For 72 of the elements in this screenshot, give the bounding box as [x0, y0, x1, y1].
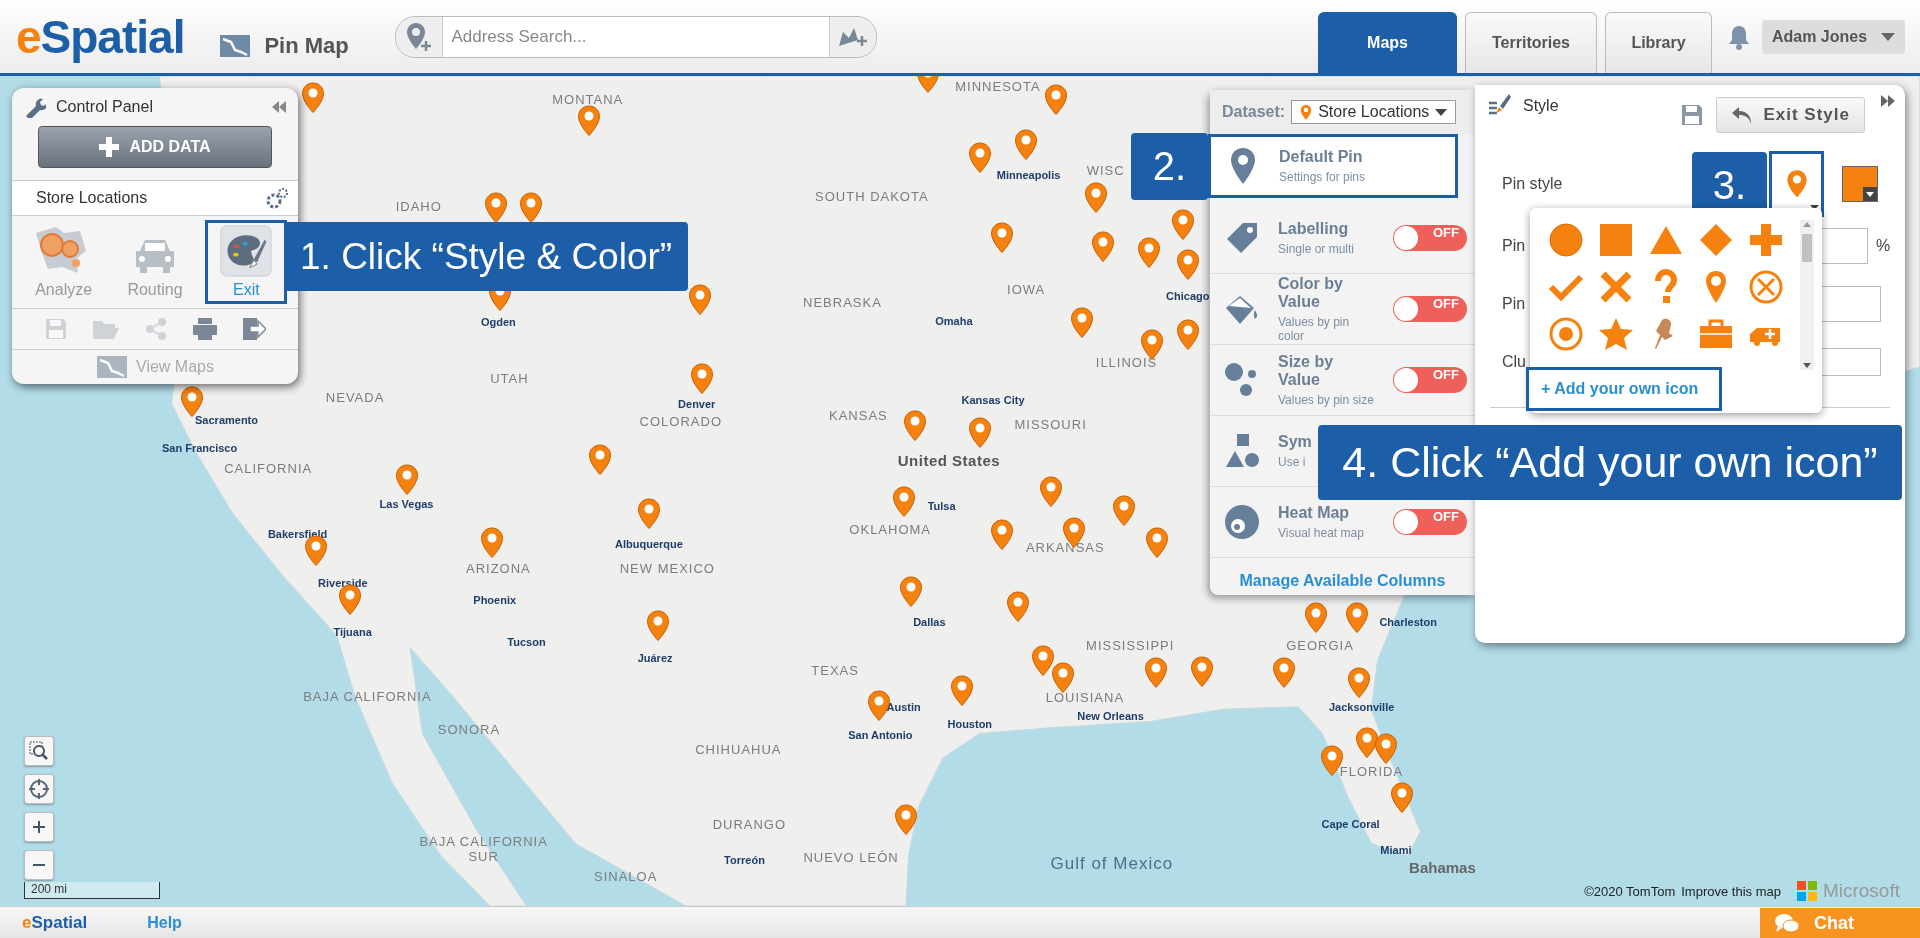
map-label: MINNESOTA [955, 78, 1041, 94]
map-label: CHIHUAHUA [695, 741, 782, 757]
map-label: Riverside [318, 576, 368, 589]
map-label: COLORADO [639, 413, 722, 429]
map-label: OKLAHOMA [849, 521, 932, 537]
field-label: Pin style [1502, 175, 1563, 193]
map-label: Houston [947, 717, 993, 730]
map-label: San Francisco [162, 442, 238, 455]
map-label: New Orleans [1077, 710, 1144, 723]
map-label: NEBRASKA [803, 294, 882, 310]
field-label: Pin [1502, 237, 1526, 255]
map-label: Gulf of Mexico [1050, 854, 1174, 875]
field-label: Pin [1502, 295, 1526, 313]
map-label: NEVADA [325, 389, 385, 405]
map-label: Cape Coral [1321, 818, 1380, 831]
map-label: FLORIDA [1339, 763, 1404, 779]
map-label: BAJA CALIFORNIA [303, 688, 432, 703]
map-label: Dallas [913, 616, 946, 629]
map-label: ARIZONA [465, 560, 531, 576]
map-label: KANSAS [829, 407, 888, 423]
map-label: Albuquerque [615, 537, 683, 550]
map-label: WISC [1086, 162, 1125, 178]
map-label: Chicago [1166, 290, 1210, 303]
map-label: CALIFORNIA [224, 460, 313, 476]
step-tooltip: 2. [1131, 133, 1208, 200]
map-label: Juárez [637, 651, 673, 664]
panel-title: Style [1523, 97, 1559, 115]
map-label: Ogden [480, 316, 516, 329]
provider-logo: Microsoft [1796, 880, 1900, 902]
map-label: TEXAS [811, 662, 859, 678]
map-label: San Antonio [848, 728, 913, 741]
map-label: United States [897, 451, 1001, 469]
dataset-name: Store Locations [36, 189, 148, 207]
map-label: Torreón [724, 853, 765, 866]
map-label: Minneapolis [996, 169, 1061, 182]
map-label: IOWA [1007, 281, 1046, 297]
unit-label: % [1876, 237, 1890, 255]
map-label: Tucson [507, 635, 546, 648]
map-label: Phoenix [473, 594, 517, 606]
map-label: LOUISIANA [1045, 689, 1125, 705]
page-title: Pin Map [264, 32, 349, 59]
map-label: NUEVO LEÓN [803, 849, 899, 865]
map-label: MISSOURI [1014, 416, 1087, 432]
panel-title: Control Panel [56, 98, 153, 116]
map-label: Miami [1380, 843, 1412, 856]
map-label: UTAH [490, 370, 529, 386]
instruction-tooltip: 1. Click “Style & Color” [284, 222, 689, 291]
scale-bar: 200 mi [24, 882, 160, 899]
map-label: Las Vegas [379, 498, 434, 511]
map-label: Tijuana [333, 625, 372, 638]
copyright-text: ©2020 TomTom [1584, 883, 1676, 899]
map-label: ILLINOIS [1095, 354, 1158, 370]
map-label: Jacksonville [1328, 700, 1395, 713]
map-label: NEW MEXICO [619, 560, 715, 576]
map-label: Sacramento [195, 414, 258, 426]
map-label: MISSISSIPPI [1086, 637, 1175, 653]
map-label: Omaha [935, 314, 973, 327]
map-label: SOUTH DAKOTA [815, 188, 929, 204]
map-label: Kansas City [961, 394, 1025, 407]
map-label: DURANGO [712, 816, 787, 832]
instruction-tooltip: 4. Click “Add your own icon” [1318, 425, 1902, 500]
map-label: IDAHO [395, 198, 442, 214]
map-label: GEORGIA [1286, 637, 1354, 653]
map-label: MONTANA [552, 91, 624, 107]
map-label: Tulsa [927, 499, 956, 512]
map-label: Bakersfield [267, 527, 328, 540]
map-label: Denver [678, 398, 716, 411]
map-label: ARKANSAS [1025, 539, 1105, 555]
map-label: Charleston [1379, 616, 1437, 629]
dataset-label: Dataset: [1222, 103, 1286, 121]
field-label: Clu [1502, 353, 1526, 371]
map-label: Bahamas [1409, 858, 1476, 876]
